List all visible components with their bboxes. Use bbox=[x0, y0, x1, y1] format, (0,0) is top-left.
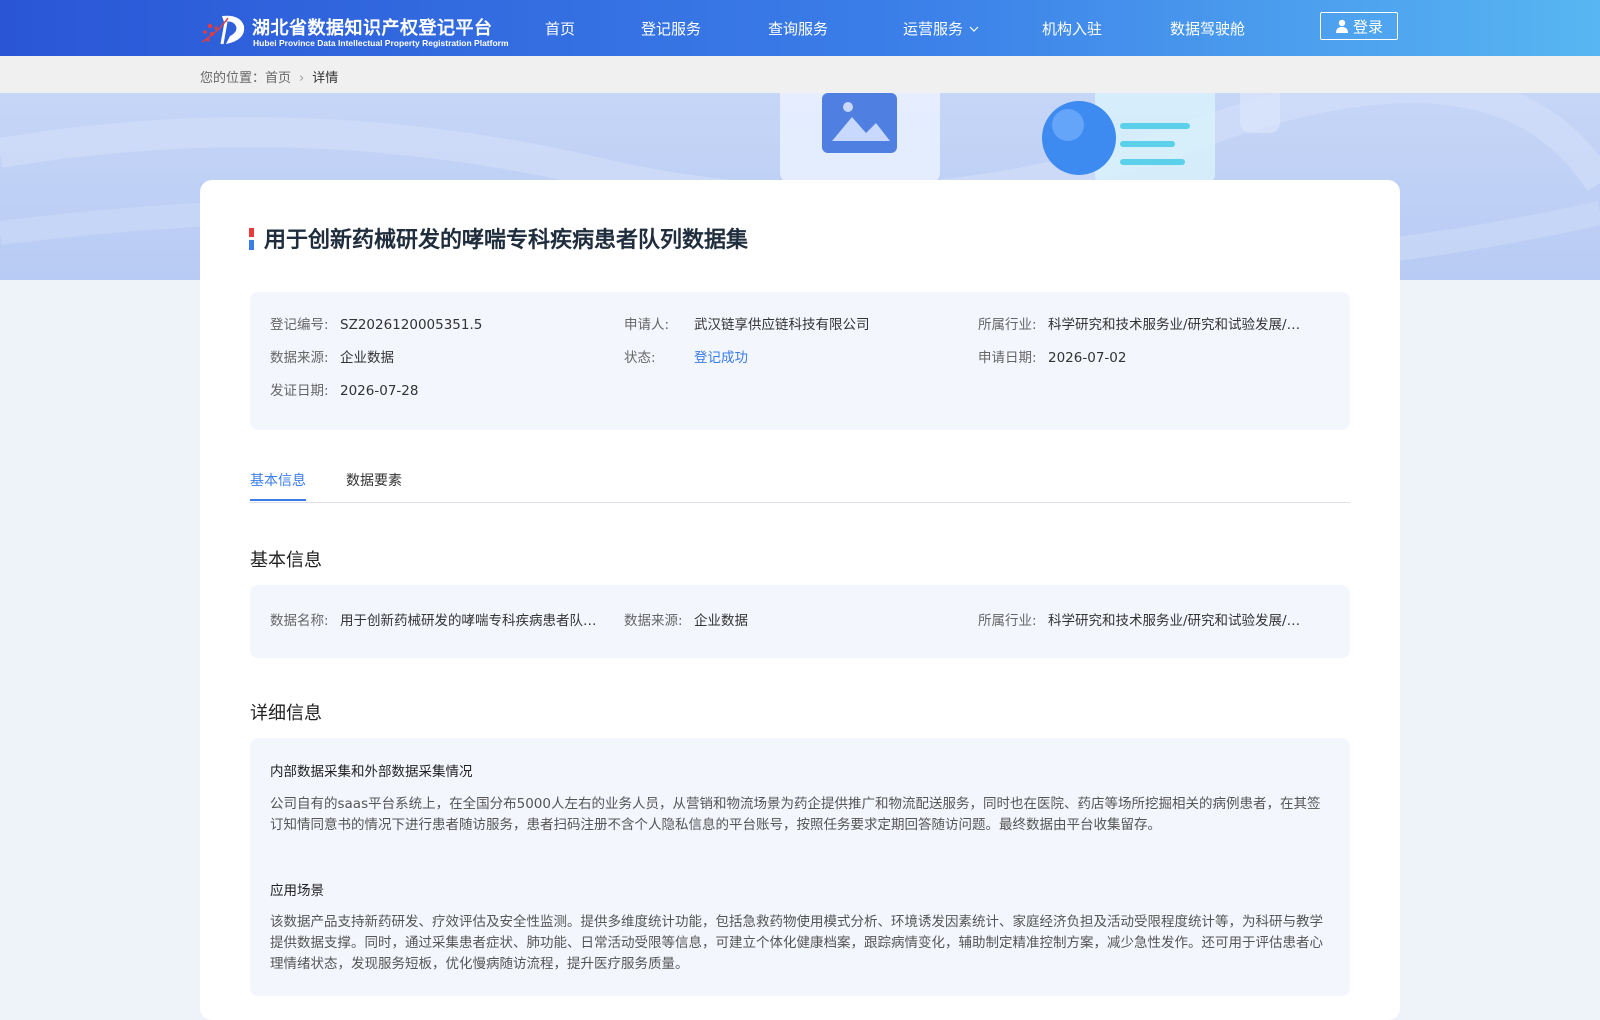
breadcrumb-prefix: 您的位置： bbox=[200, 71, 266, 86]
industry-label: 所属行业: bbox=[978, 317, 1037, 333]
detail-info-box: 内部数据采集和外部数据采集情况 公司自有的saas平台系统上，在全国分布5000… bbox=[250, 738, 1350, 996]
nav-home[interactable]: 首页 bbox=[545, 18, 575, 39]
basic-industry-label: 所属行业: bbox=[978, 613, 1037, 629]
collect-text: 公司自有的saas平台系统上，在全国分布5000人左右的业务人员，从营销和物流场… bbox=[270, 796, 1321, 833]
breadcrumb-bar: 您的位置：首页 › 详情 bbox=[0, 56, 1600, 93]
chevron-right-icon: › bbox=[299, 71, 305, 86]
basic-info-box: 数据名称: 用于创新药械研发的哮喘专科疾病患者队列数据集 数据来源: 企业数据 所属… bbox=[250, 585, 1350, 658]
logo-title-cn: 湖北省数据知识产权登记平台 bbox=[252, 18, 493, 39]
applicant-label: 申请人: bbox=[624, 317, 670, 333]
data-name-value: 用于创新药械研发的哮喘专科疾病患者队列数据集 bbox=[340, 613, 602, 629]
title-accent-icon bbox=[249, 228, 254, 250]
detail-info-heading: 详细信息 bbox=[250, 703, 322, 724]
nav-query-service[interactable]: 查询服务 bbox=[768, 18, 828, 39]
page-title: 用于创新药械研发的哮喘专科疾病患者队列数据集 bbox=[264, 228, 749, 253]
breadcrumb-current: 详情 bbox=[312, 71, 339, 86]
detail-tabs: 基本信息 数据要素 bbox=[250, 470, 1350, 503]
collect-title: 内部数据采集和外部数据采集情况 bbox=[270, 764, 473, 780]
nav-operation-label: 运营服务 bbox=[903, 20, 964, 38]
summary-box: 登记编号: SZ2026120005351.5 申请人: 武汉链享供应链科技有限公司… bbox=[250, 292, 1350, 430]
data-name-label: 数据名称: bbox=[270, 613, 329, 629]
top-header: 湖北省数据知识产权登记平台 Hubei Province Data Intell… bbox=[0, 0, 1600, 56]
nav-operation-service[interactable]: 运营服务 bbox=[903, 18, 979, 39]
issue-date-label: 发证日期: bbox=[270, 383, 329, 399]
detail-card: 用于创新药械研发的哮喘专科疾病患者队列数据集 登记编号: SZ2026120005… bbox=[200, 180, 1400, 1020]
tab-basic-info[interactable]: 基本信息 bbox=[250, 470, 306, 501]
tab-data-elements[interactable]: 数据要素 bbox=[346, 470, 402, 499]
apply-date-label: 申请日期: bbox=[978, 350, 1037, 366]
data-name-field: 数据名称: 用于创新药械研发的哮喘专科疾病患者队列数据集 bbox=[270, 609, 602, 629]
status-label: 状态: bbox=[624, 350, 656, 366]
basic-industry-value: 科学研究和技术服务业/研究和试验发展/医学研究和试验发展 bbox=[1048, 613, 1310, 629]
scene-text: 该数据产品支持新药研发、疗效评估及安全性监测。提供多维度统计功能，包括急救药物使… bbox=[270, 914, 1323, 972]
scene-title: 应用场景 bbox=[270, 883, 324, 899]
basic-industry-field: 所属行业: 科学研究和技术服务业/研究和试验发展/医学研究和试验发展 bbox=[978, 609, 1310, 629]
reg-no-value: SZ2026120005351.5 bbox=[340, 317, 483, 333]
issue-date-field: 发证日期: 2026-07-28 bbox=[270, 379, 418, 399]
nav-institution[interactable]: 机构入驻 bbox=[1042, 18, 1102, 39]
basic-info-heading: 基本信息 bbox=[250, 550, 322, 571]
basic-source-field: 数据来源: 企业数据 bbox=[624, 609, 748, 629]
reg-no-label: 登记编号: bbox=[270, 317, 329, 333]
breadcrumb: 您的位置：首页 › 详情 bbox=[200, 67, 338, 86]
breadcrumb-home[interactable]: 首页 bbox=[265, 71, 291, 86]
source-value: 企业数据 bbox=[340, 350, 394, 366]
status-badge: 登记成功 bbox=[694, 350, 748, 366]
logo-title-en: Hubei Province Data Intellectual Propert… bbox=[253, 38, 509, 48]
basic-source-label: 数据来源: bbox=[624, 613, 683, 629]
basic-source-value: 企业数据 bbox=[694, 613, 748, 629]
user-icon bbox=[1335, 19, 1348, 33]
reg-no-field: 登记编号: SZ2026120005351.5 bbox=[270, 313, 482, 333]
industry-field: 所属行业: 科学研究和技术服务业/研究和试验发展/医学研究和试验发展 bbox=[978, 313, 1310, 333]
applicant-value: 武汉链享供应链科技有限公司 bbox=[694, 317, 870, 333]
apply-date-value: 2026-07-02 bbox=[1048, 350, 1127, 366]
login-button[interactable]: 登录 bbox=[1320, 12, 1398, 40]
chevron-down-icon bbox=[969, 26, 979, 32]
site-logo[interactable]: 湖北省数据知识产权登记平台 Hubei Province Data Intell… bbox=[200, 12, 509, 48]
issue-date-value: 2026-07-28 bbox=[340, 383, 419, 399]
nav-register-service[interactable]: 登记服务 bbox=[641, 18, 701, 39]
applicant-field: 申请人: 武汉链享供应链科技有限公司 bbox=[624, 313, 870, 333]
apply-date-field: 申请日期: 2026-07-02 bbox=[978, 346, 1126, 366]
status-field: 状态: 登记成功 bbox=[624, 346, 748, 366]
source-label: 数据来源: bbox=[270, 350, 329, 366]
logo-mark-icon bbox=[201, 15, 245, 45]
login-label: 登录 bbox=[1352, 17, 1383, 36]
industry-value: 科学研究和技术服务业/研究和试验发展/医学研究和试验发展 bbox=[1048, 317, 1310, 333]
source-field: 数据来源: 企业数据 bbox=[270, 346, 394, 366]
nav-dashboard[interactable]: 数据驾驶舱 bbox=[1170, 18, 1245, 39]
